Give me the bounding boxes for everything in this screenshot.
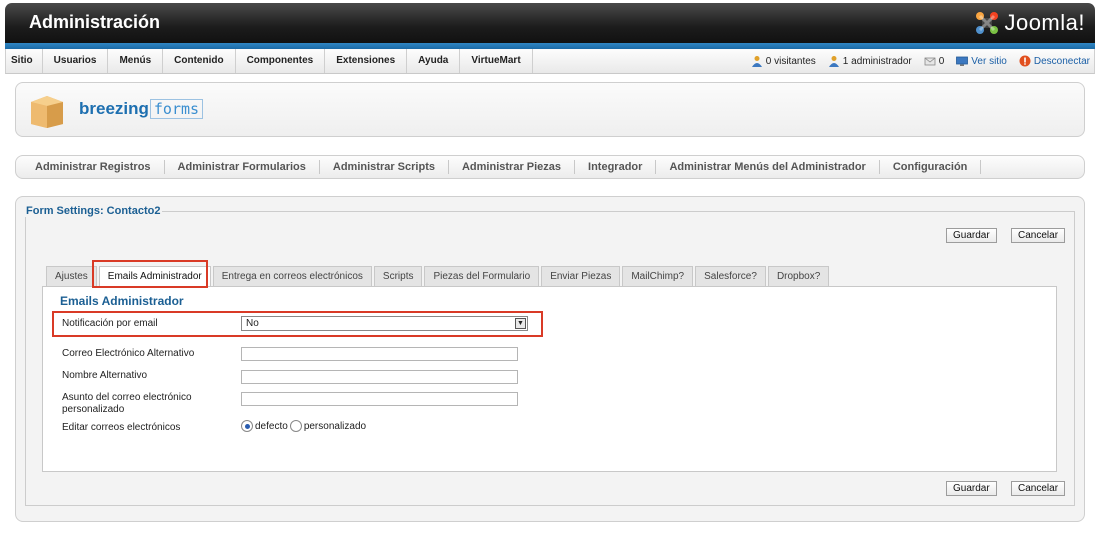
cancel-button-top[interactable]: Cancelar	[1011, 228, 1066, 243]
menu-item-menus[interactable]: Menús	[108, 49, 164, 73]
tab-enviar-piezas[interactable]: Enviar Piezas	[541, 266, 621, 286]
save-button-bottom[interactable]: Guardar	[946, 481, 997, 496]
joomla-wordmark: Joomla!	[1004, 10, 1085, 35]
logo-main-text: breezing	[79, 99, 149, 118]
section-title: Emails Administrador	[60, 294, 184, 308]
submenu-administrar-piezas[interactable]: Administrar Piezas	[449, 160, 576, 174]
menu-item-componentes[interactable]: Componentes	[236, 49, 326, 73]
logout-link[interactable]: Desconectar	[1019, 55, 1090, 67]
alt-email-label: Correo Electrónico Alternativo	[62, 348, 195, 359]
logo-sub-text: forms	[149, 99, 204, 119]
submenu-administrar-registros[interactable]: Administrar Registros	[22, 160, 165, 174]
subject-input[interactable]	[241, 392, 518, 406]
menu-item-virtuemart[interactable]: VirtueMart	[460, 49, 533, 73]
header-title: Administración	[29, 12, 161, 32]
monitor-icon	[956, 56, 969, 66]
tab-scripts[interactable]: Scripts	[373, 266, 423, 286]
alt-name-label: Nombre Alternativo	[62, 370, 148, 381]
tab-piezas-formulario[interactable]: Piezas del Formulario	[424, 266, 540, 286]
radio-custom-label: personalizado	[303, 420, 367, 432]
main-menubar: Sitio Usuarios Menús Contenido Component…	[5, 49, 1095, 74]
joomla-logo-icon	[976, 12, 999, 34]
cancel-button-bottom[interactable]: Cancelar	[1011, 481, 1066, 496]
radio-default[interactable]	[241, 420, 253, 432]
menu-item-sitio[interactable]: Sitio	[6, 49, 43, 73]
logout-label: Desconectar	[1033, 55, 1090, 67]
logout-icon	[1019, 55, 1031, 67]
settings-tabs: Ajustes Emails Administrador Entrega en …	[46, 266, 830, 287]
radio-custom[interactable]	[289, 420, 302, 432]
subject-label: Asunto del correo electrónico personaliz…	[62, 392, 192, 415]
notification-label: Notificación por email	[62, 318, 158, 329]
menu-item-usuarios[interactable]: Usuarios	[43, 49, 109, 73]
visitors-count: 0 visitantes	[765, 55, 816, 67]
menu-item-contenido[interactable]: Contenido	[163, 49, 236, 73]
joomla-logo: Joomla!	[974, 9, 1085, 37]
component-submenu: Administrar Registros Administrar Formul…	[15, 155, 1085, 179]
submenu-administrar-formularios[interactable]: Administrar Formularios	[165, 160, 320, 174]
user-icon	[828, 56, 839, 67]
admin-header: Administración Joomla!	[5, 3, 1095, 43]
status-bar: 0 visitantes 1 administrador 0 Ver sitio…	[751, 49, 1090, 73]
edit-emails-label: Editar correos electrónicos	[62, 422, 181, 433]
users-icon	[751, 56, 762, 67]
submenu-administrar-scripts[interactable]: Administrar Scripts	[320, 160, 449, 174]
save-button-top[interactable]: Guardar	[946, 228, 997, 243]
submenu-configuracion[interactable]: Configuración	[880, 160, 982, 174]
tab-mailchimp[interactable]: MailChimp?	[622, 266, 694, 286]
admins-status: 1 administrador	[828, 55, 912, 67]
radio-default-label: defecto	[255, 420, 288, 432]
breezingforms-logo: breezing forms	[79, 99, 204, 121]
form-settings-legend: Form Settings: Contacto2	[24, 205, 163, 217]
notification-selected-value: No	[246, 318, 259, 329]
main-menu: Sitio Usuarios Menús Contenido Component…	[6, 49, 533, 73]
menu-item-extensiones[interactable]: Extensiones	[325, 49, 408, 73]
messages-status[interactable]: 0	[924, 55, 945, 67]
chevron-down-icon[interactable]: ▼	[515, 318, 526, 329]
edit-emails-radio-group: defecto personalizado	[241, 420, 366, 432]
view-site-link[interactable]: Ver sitio	[956, 55, 1007, 67]
messages-count: 0	[938, 55, 945, 67]
alt-email-input[interactable]	[241, 347, 518, 361]
package-box-icon	[31, 96, 63, 128]
mail-icon	[924, 57, 936, 66]
submenu-integrador[interactable]: Integrador	[575, 160, 657, 174]
admins-count: 1 administrador	[842, 55, 912, 67]
alt-name-input[interactable]	[241, 370, 518, 384]
visitors-status: 0 visitantes	[751, 55, 816, 67]
menu-item-ayuda[interactable]: Ayuda	[407, 49, 461, 73]
tab-entrega-correos[interactable]: Entrega en correos electrónicos	[212, 266, 372, 286]
tab-dropbox[interactable]: Dropbox?	[767, 266, 830, 286]
view-site-label: Ver sitio	[971, 55, 1007, 67]
tab-salesforce[interactable]: Salesforce?	[695, 266, 766, 286]
tab-emails-administrador[interactable]: Emails Administrador	[98, 266, 211, 287]
tab-ajustes[interactable]: Ajustes	[46, 266, 97, 286]
component-logo-box: breezing forms	[15, 82, 1085, 137]
submenu-administrar-menus[interactable]: Administrar Menús del Administrador	[656, 160, 880, 174]
notification-select[interactable]: No ▼	[241, 316, 528, 331]
